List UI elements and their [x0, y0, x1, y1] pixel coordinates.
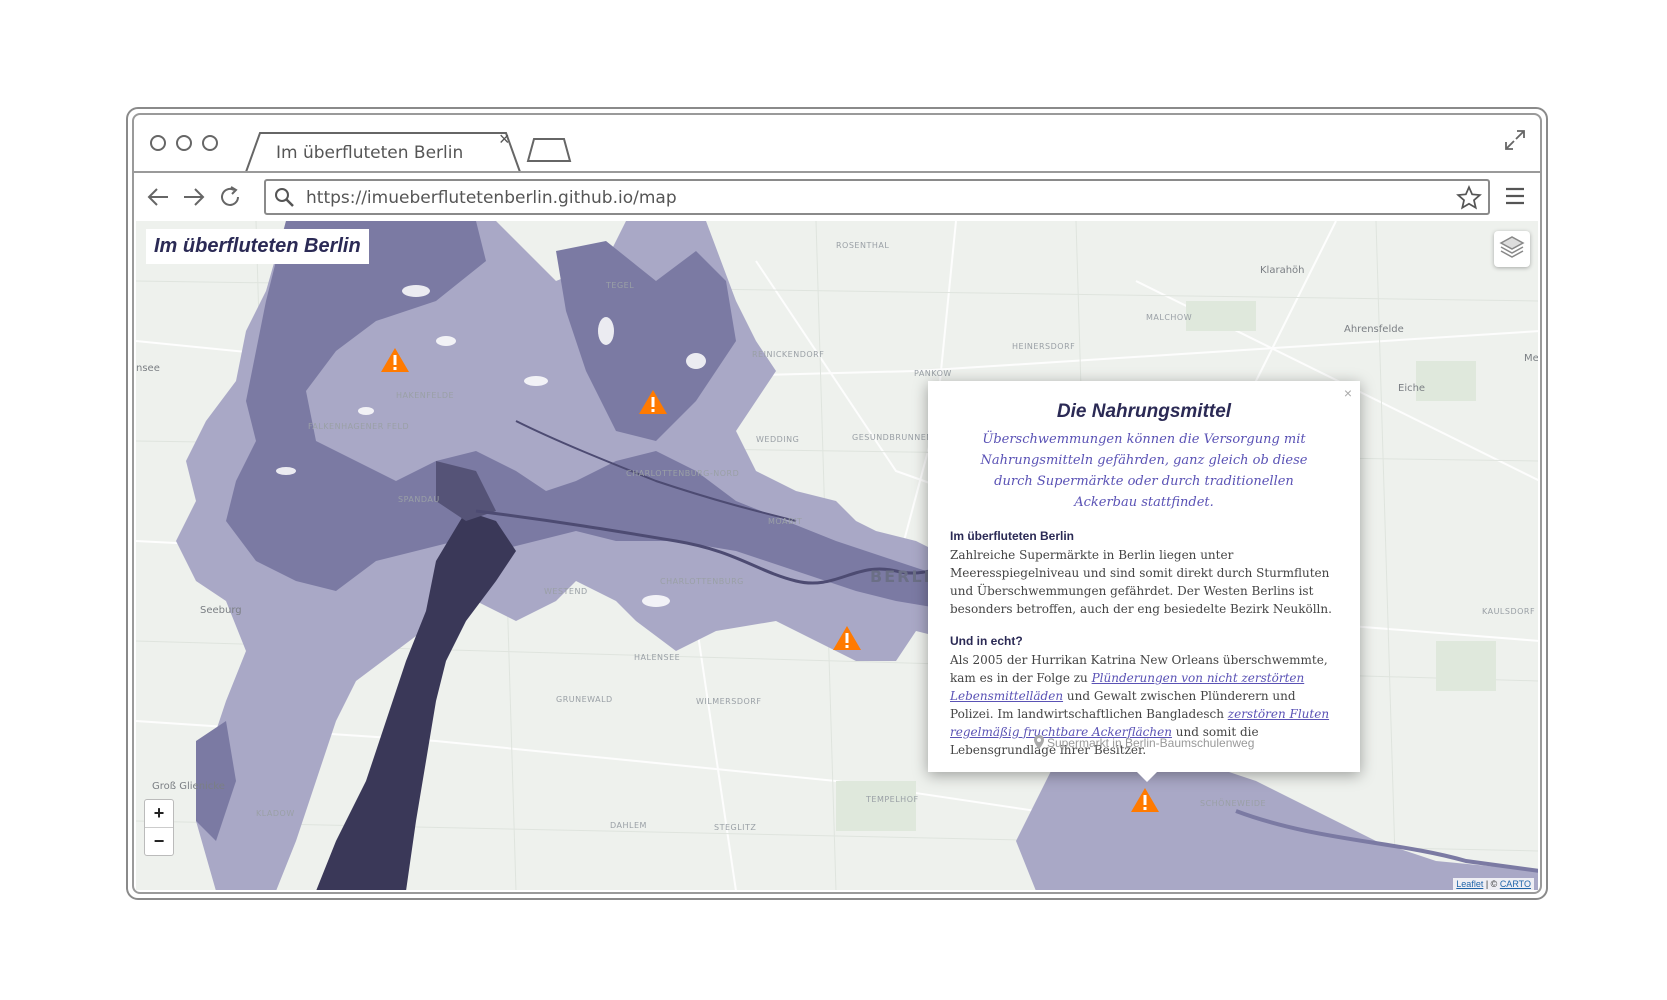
popup-tip [1136, 771, 1158, 782]
place-label: MALCHOW [1146, 313, 1193, 322]
place-label: TEMPELHOF [866, 795, 919, 804]
place-label: MOABIT [768, 517, 803, 526]
place-label: PANKOW [914, 369, 952, 378]
place-label: nsee [136, 363, 160, 374]
warning-marker-icon[interactable] [1130, 787, 1160, 813]
place-label: CHARLOTTENBURG-NORD [626, 469, 740, 478]
search-icon [275, 188, 294, 207]
place-label: Ahrensfelde [1344, 324, 1404, 335]
place-label: HEINERSDORF [1012, 342, 1076, 351]
section-heading: Und in echt? [950, 634, 1023, 648]
tab-active[interactable]: Im überfluteten Berlin [244, 131, 521, 173]
popup-subtitle: Überschwemmungen können die Versorgung m… [980, 432, 1308, 510]
warning-marker-icon[interactable] [832, 625, 862, 651]
leaflet-link[interactable]: Leaflet [1456, 879, 1483, 889]
tab-title: Im überfluteten Berlin [276, 143, 464, 163]
place-label: TEGEL [606, 281, 635, 290]
place-label: Klarahöh [1260, 265, 1305, 276]
attribution-separator: | © [1483, 879, 1500, 889]
place-label: SPANDAU [398, 495, 440, 504]
warning-marker-icon[interactable] [638, 389, 668, 415]
place-label: HALENSEE [634, 653, 681, 662]
place-label: GESUNDBRUNNEN [852, 433, 933, 442]
reload-icon[interactable] [218, 185, 242, 209]
place-label: CHARLOTTENBURG [660, 577, 744, 586]
fullscreen-icon[interactable] [1504, 129, 1526, 151]
place-label: DAHLEM [610, 821, 647, 830]
carto-link[interactable]: CARTO [1500, 879, 1531, 889]
address-bar[interactable]: https://imueberflutetenberlin.github.io/… [264, 179, 1490, 215]
location-pin-icon [1033, 735, 1044, 749]
place-label: Me [1524, 353, 1538, 364]
place-label: HAKENFELDE [396, 391, 455, 400]
bookmark-star-icon[interactable] [1456, 185, 1482, 211]
popup-close-button[interactable]: × [1344, 385, 1352, 401]
place-label: KLADOW [256, 809, 295, 818]
browser-window: Im überfluteten Berlin × https://imueber… [126, 107, 1548, 900]
map-attribution: Leaflet | © CARTO [1453, 878, 1534, 890]
window-maximize-dot[interactable] [202, 135, 218, 151]
map-title: Im überfluteten Berlin [146, 229, 369, 264]
zoom-out-button[interactable]: − [145, 827, 173, 855]
section-text: Zahlreiche Supermärkte in Berlin liegen … [950, 548, 1332, 616]
browser-toolbar: https://imueberflutetenberlin.github.io/… [134, 171, 1540, 223]
window-close-dot[interactable] [150, 135, 166, 151]
info-popup: × Die Nahrungsmittel Überschwemmungen kö… [928, 381, 1360, 772]
place-label: FALKENHAGENER FELD [308, 422, 410, 431]
new-tab-icon[interactable] [526, 137, 574, 163]
place-label: REINICKENDORF [752, 350, 825, 359]
section-heading: Im überfluteten Berlin [950, 529, 1075, 543]
place-label: ROSENTHAL [836, 241, 890, 250]
place-label: WILMERSDORF [696, 697, 762, 706]
layers-icon [1499, 236, 1525, 258]
url-text[interactable]: https://imueberflutetenberlin.github.io/… [306, 188, 677, 208]
popup-title: Die Nahrungsmittel [1056, 401, 1232, 422]
tab-close-icon[interactable]: × [499, 129, 510, 150]
back-arrow-icon[interactable] [146, 185, 170, 209]
zoom-control: + − [144, 799, 174, 856]
browser-frame: Im überfluteten Berlin × https://imueber… [132, 113, 1542, 894]
place-label: Eiche [1398, 383, 1426, 394]
place-label: GRUNEWALD [556, 695, 613, 704]
place-label: Seeburg [200, 605, 242, 616]
place-label: Groß Glienicke [152, 781, 225, 792]
place-label: SCHÖNEWEIDE [1200, 799, 1267, 808]
place-label: KAULSDORF [1482, 607, 1536, 616]
hamburger-menu-icon[interactable] [1504, 185, 1526, 207]
place-label: STEGLITZ [714, 823, 757, 832]
forward-arrow-icon[interactable] [182, 185, 206, 209]
window-minimize-dot[interactable] [176, 135, 192, 151]
popup-location: Supermarkt in Berlin-Baumschulenweg [928, 735, 1360, 750]
warning-marker-icon[interactable] [380, 347, 410, 373]
place-label: WESTEND [544, 587, 588, 596]
title-bar: Im überfluteten Berlin × [134, 115, 1540, 173]
layers-button[interactable] [1494, 231, 1530, 267]
map-view[interactable]: ROSENTHAL Klarahöh TEGEL MALCHOW Ahrensf… [136, 221, 1538, 890]
location-label: Supermarkt in Berlin-Baumschulenweg [1046, 736, 1255, 750]
zoom-in-button[interactable]: + [145, 800, 173, 827]
place-label: WEDDING [756, 435, 800, 444]
